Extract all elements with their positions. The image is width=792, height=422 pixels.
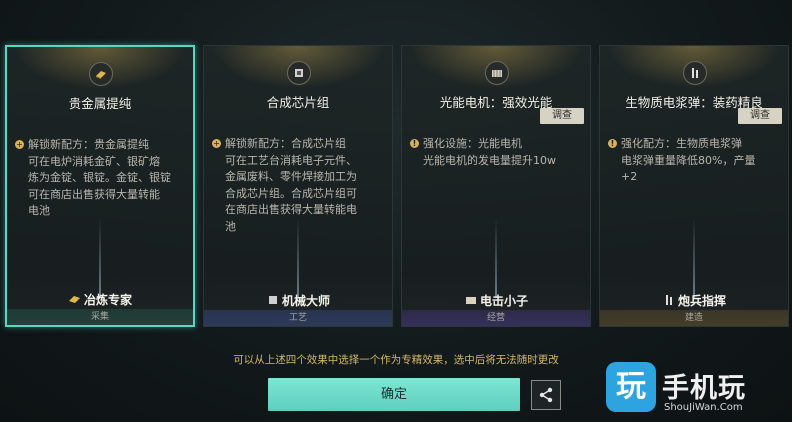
category-label: 工艺 — [204, 310, 392, 326]
specialty-badge: 电击小子 — [402, 292, 590, 309]
perk-card-plasma-shell[interactable]: 生物质电浆弹：装药精良 调查 ! 强化配方：生物质电浆弹 电浆弹重量降低80%，产… — [599, 45, 789, 327]
badge-label: 炮兵指挥 — [677, 294, 726, 308]
specialty-badge: 炮兵指挥 — [600, 292, 788, 309]
badge-label: 冶炼专家 — [83, 293, 132, 307]
desc-line: 金属废料、零件焊接加工为 — [225, 170, 357, 183]
desc-line: 炼为金锭、银锭。金锭、银锭 — [28, 171, 171, 184]
category-label: 采集 — [7, 309, 193, 325]
upgrade-icon: ! — [410, 139, 419, 148]
site-watermark: 玩 手机玩 ShouJiWan.Com — [606, 362, 790, 420]
shell-icon — [683, 61, 707, 85]
share-icon — [539, 387, 553, 403]
upgrade-icon: ! — [608, 139, 617, 148]
watermark-name: 手机玩 — [662, 373, 746, 404]
desc-line: 光能电机的发电量提升10w — [423, 153, 556, 167]
desc-line: 可在电炉消耗金矿、银矿熔 — [28, 154, 160, 168]
card-title: 贵金属提纯 — [68, 96, 132, 111]
light-beam — [99, 217, 101, 297]
perk-card-list: 贵金属提纯 + 解锁新配方：贵金属提纯 可在电炉消耗金矿、银矿熔 炼为金锭、银锭。… — [5, 45, 789, 327]
plus-icon: + — [15, 140, 24, 149]
specialty-badge: 冶炼专家 — [7, 291, 193, 308]
category-label: 经营 — [402, 310, 590, 326]
plus-icon: + — [212, 139, 221, 148]
desc-line: 强化配方：生物质电浆弹 — [621, 137, 742, 150]
solar-motor-icon — [485, 61, 509, 85]
category-label: 建造 — [600, 310, 788, 326]
desc-line: 合成芯片组。合成芯片组可 — [225, 186, 357, 200]
solar-motor-icon — [465, 297, 476, 304]
desc-line: +2 — [621, 170, 638, 183]
light-beam — [693, 218, 695, 298]
inspect-button[interactable]: 调查 — [738, 108, 782, 124]
badge-label: 电击小子 — [479, 294, 528, 308]
badge-label: 机械大师 — [281, 294, 330, 308]
chip-icon — [268, 296, 277, 304]
desc-line: 可在商店出售获得大量转能 — [28, 187, 160, 201]
watermark-url: ShouJiWan.Com — [664, 402, 743, 413]
gold-bar-icon — [68, 296, 80, 303]
watermark-logo: 玩 — [606, 362, 656, 412]
card-description: + 解锁新配方：贵金属提纯 可在电炉消耗金矿、银矿熔 炼为金锭、银锭。金锭、银锭 … — [15, 137, 185, 220]
desc-line: 强化设施：光能电机 — [423, 137, 522, 150]
card-title: 合成芯片组 — [266, 95, 330, 110]
gold-bar-icon — [89, 62, 113, 86]
share-button[interactable] — [531, 380, 561, 410]
desc-line: 电浆弹重量降低80%，产量 — [621, 153, 756, 167]
desc-line: 在商店出售获得大量转能电 — [225, 203, 357, 216]
perk-card-precious-metal[interactable]: 贵金属提纯 + 解锁新配方：贵金属提纯 可在电炉消耗金矿、银矿熔 炼为金锭、银锭。… — [5, 45, 195, 327]
desc-line: 可在工艺台消耗电子元件、 — [225, 153, 357, 167]
shell-icon — [665, 295, 672, 305]
perk-card-chipset[interactable]: 合成芯片组 + 解锁新配方：合成芯片组 可在工艺台消耗电子元件、 金属废料、零件焊… — [203, 45, 393, 327]
card-description: ! 强化设施：光能电机 光能电机的发电量提升10w — [410, 136, 582, 169]
card-description: ! 强化配方：生物质电浆弹 电浆弹重量降低80%，产量 +2 — [608, 136, 780, 186]
specialty-badge: 机械大师 — [204, 292, 392, 309]
inspect-button[interactable]: 调查 — [540, 108, 584, 124]
light-beam — [297, 218, 299, 298]
confirm-button[interactable]: 确定 — [268, 378, 520, 411]
perk-card-solar-motor[interactable]: 光能电机：强效光能 调查 ! 强化设施：光能电机 光能电机的发电量提升10w 电击… — [401, 45, 591, 327]
light-beam — [495, 218, 497, 298]
desc-line: 解锁新配方：合成芯片组 — [225, 137, 346, 150]
chip-icon — [287, 61, 311, 85]
desc-line: 解锁新配方：贵金属提纯 — [28, 138, 149, 151]
